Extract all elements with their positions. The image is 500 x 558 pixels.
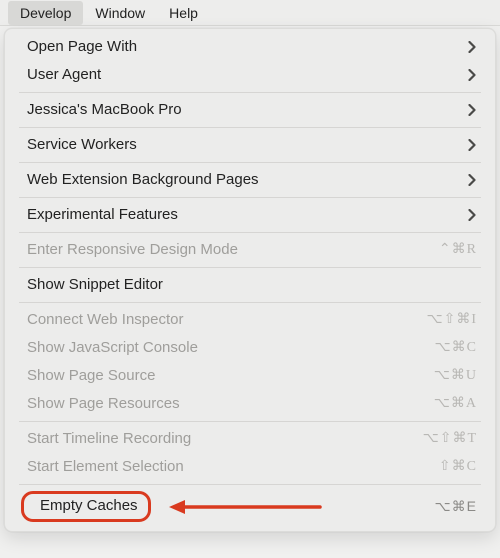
menu-item-responsive-mode: Enter Responsive Design Mode ⌃⌘R (7, 236, 493, 264)
menu-item-label: Connect Web Inspector (27, 311, 426, 329)
menu-item-label: Enter Responsive Design Mode (27, 241, 439, 259)
menu-item-label: Empty Caches (40, 497, 138, 514)
arrow-annotation (151, 498, 435, 516)
menu-help[interactable]: Help (157, 1, 210, 25)
menu-item-service-workers[interactable]: Service Workers (7, 131, 493, 159)
menu-shortcut: ⌥⇧⌘I (426, 311, 477, 329)
menu-shortcut: ⌃⌘R (439, 241, 477, 259)
menu-item-label: Start Timeline Recording (27, 430, 423, 448)
menu-item-label: User Agent (27, 66, 467, 84)
menu-item-label: Experimental Features (27, 206, 467, 224)
menu-item-connect-inspector: Connect Web Inspector ⌥⇧⌘I (7, 306, 493, 334)
menu-item-empty-caches[interactable]: Empty Caches ⌥⌘E (7, 488, 493, 525)
menu-item-label: Open Page With (27, 38, 467, 56)
menu-shortcut: ⇧⌘C (439, 458, 477, 476)
menu-develop[interactable]: Develop (8, 1, 83, 25)
develop-dropdown: Open Page With User Agent Jessica's MacB… (4, 28, 496, 532)
menu-item-label: Show Page Resources (27, 395, 434, 413)
menu-shortcut: ⌥⇧⌘T (423, 430, 477, 448)
menu-item-timeline: Start Timeline Recording ⌥⇧⌘T (7, 425, 493, 453)
menu-separator (19, 127, 481, 128)
menu-item-page-resources: Show Page Resources ⌥⌘A (7, 390, 493, 418)
menu-separator (19, 232, 481, 233)
menu-separator (19, 92, 481, 93)
menu-item-open-page-with[interactable]: Open Page With (7, 33, 493, 61)
menu-item-label: Web Extension Background Pages (27, 171, 467, 189)
menubar: Develop Window Help (0, 0, 500, 26)
menu-item-label: Jessica's MacBook Pro (27, 101, 467, 119)
menu-item-label: Start Element Selection (27, 458, 439, 476)
menu-item-js-console: Show JavaScript Console ⌥⌘C (7, 334, 493, 362)
chevron-right-icon (467, 138, 477, 152)
menu-shortcut: ⌥⌘U (434, 367, 477, 385)
menu-item-user-agent[interactable]: User Agent (7, 61, 493, 89)
menu-separator (19, 302, 481, 303)
menu-item-experimental[interactable]: Experimental Features (7, 201, 493, 229)
menu-item-page-source: Show Page Source ⌥⌘U (7, 362, 493, 390)
menu-separator (19, 421, 481, 422)
menu-item-label: Service Workers (27, 136, 467, 154)
menu-shortcut: ⌥⌘E (435, 498, 477, 515)
menu-item-snippet-editor[interactable]: Show Snippet Editor (7, 271, 493, 299)
chevron-right-icon (467, 68, 477, 82)
menu-separator (19, 162, 481, 163)
menu-shortcut: ⌥⌘A (434, 395, 477, 413)
chevron-right-icon (467, 103, 477, 117)
menu-item-label: Show JavaScript Console (27, 339, 435, 357)
chevron-right-icon (467, 208, 477, 222)
menu-item-element-selection: Start Element Selection ⇧⌘C (7, 453, 493, 481)
menu-item-label: Show Snippet Editor (27, 276, 477, 294)
highlight-annotation: Empty Caches (21, 491, 151, 522)
chevron-right-icon (467, 40, 477, 54)
menu-separator (19, 197, 481, 198)
chevron-right-icon (467, 173, 477, 187)
menu-window[interactable]: Window (83, 1, 157, 25)
menu-separator (19, 484, 481, 485)
menu-item-label: Show Page Source (27, 367, 434, 385)
menu-separator (19, 267, 481, 268)
menu-item-web-ext-bg[interactable]: Web Extension Background Pages (7, 166, 493, 194)
menu-item-device[interactable]: Jessica's MacBook Pro (7, 96, 493, 124)
menu-shortcut: ⌥⌘C (435, 339, 477, 357)
